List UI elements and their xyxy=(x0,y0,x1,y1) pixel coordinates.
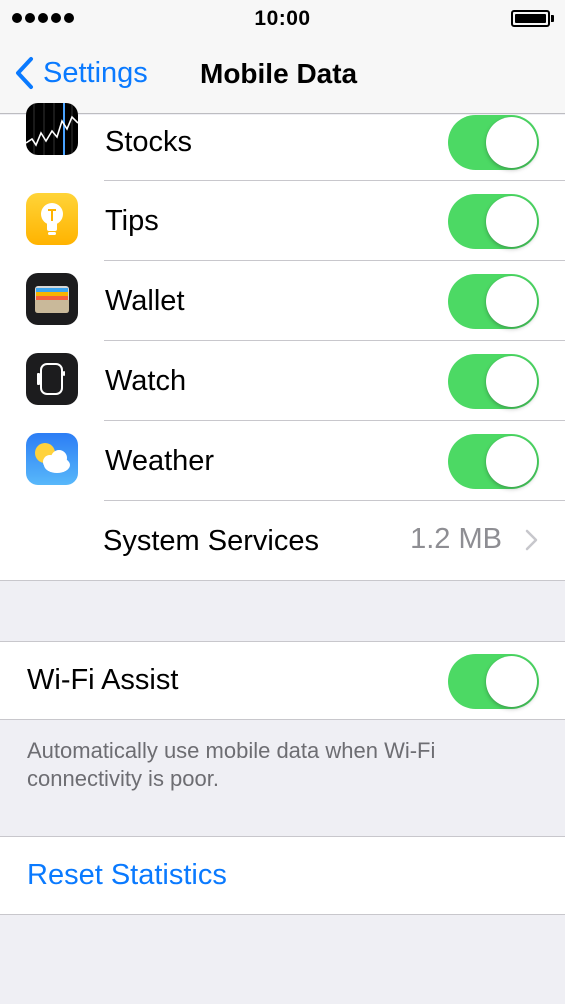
app-label-watch: Watch xyxy=(105,365,187,397)
stocks-icon xyxy=(26,103,78,155)
list-item-stocks: Stocks xyxy=(0,103,565,181)
system-services-row[interactable]: System Services 1.2 MB xyxy=(0,501,565,581)
weather-icon xyxy=(26,433,78,485)
page-title: Mobile Data xyxy=(200,58,358,89)
system-services-label: System Services xyxy=(103,525,319,557)
chevron-right-icon xyxy=(525,529,538,551)
list-item-weather: Weather xyxy=(0,421,565,501)
app-label-stocks: Stocks xyxy=(105,126,193,158)
weather-data-toggle[interactable] xyxy=(448,434,539,489)
list-item-tips: Tips xyxy=(0,181,565,261)
chevron-left-icon xyxy=(16,57,33,89)
app-label-tips: Tips xyxy=(105,205,159,237)
tips-icon xyxy=(26,193,78,245)
wifi-assist-row: Wi-Fi Assist xyxy=(0,641,565,720)
app-data-list: Stocks Tips Wallet Watch Weather System … xyxy=(0,103,565,581)
back-button-label: Settings xyxy=(43,56,148,89)
battery-icon xyxy=(511,10,554,27)
watch-data-toggle[interactable] xyxy=(448,354,539,409)
status-bar: 10:00 xyxy=(0,0,565,36)
back-button[interactable]: Settings xyxy=(14,56,148,90)
wifi-assist-label: Wi-Fi Assist xyxy=(27,664,179,696)
tips-data-toggle[interactable] xyxy=(448,194,539,249)
system-services-value: 1.2 MB xyxy=(410,523,502,555)
wifi-assist-toggle[interactable] xyxy=(448,654,539,709)
wallet-icon xyxy=(26,273,78,325)
navigation-bar: Settings Mobile Data xyxy=(0,36,565,114)
list-item-watch: Watch xyxy=(0,341,565,421)
app-label-wallet: Wallet xyxy=(105,285,185,317)
list-item-wallet: Wallet xyxy=(0,261,565,341)
stocks-data-toggle[interactable] xyxy=(448,115,539,170)
reset-statistics-button[interactable]: Reset Statistics xyxy=(27,859,227,892)
watch-icon xyxy=(26,353,78,405)
app-label-weather: Weather xyxy=(105,445,215,477)
reset-statistics-row[interactable]: Reset Statistics xyxy=(0,836,565,915)
status-time: 10:00 xyxy=(254,7,311,30)
wallet-data-toggle[interactable] xyxy=(448,274,539,329)
wifi-assist-footer: Automatically use mobile data when Wi-Fi… xyxy=(27,738,436,791)
